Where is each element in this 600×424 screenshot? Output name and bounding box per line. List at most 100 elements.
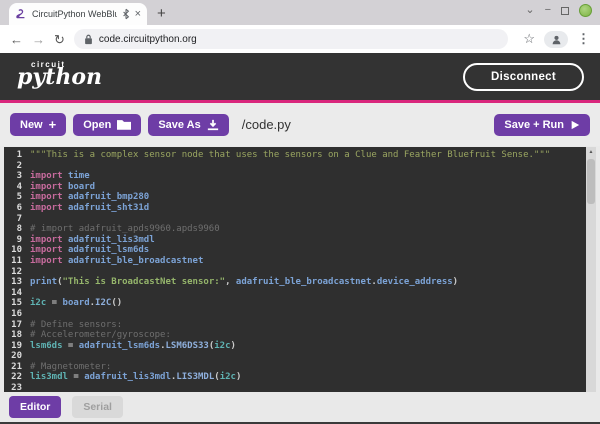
code-editor[interactable]: 1 """This is a complex sensor node that u… <box>4 147 596 392</box>
code-text <box>30 161 586 172</box>
line-number: 7 <box>4 214 22 225</box>
view-switcher: Editor Serial <box>0 392 600 422</box>
code-text <box>30 288 586 299</box>
folder-icon <box>117 119 131 130</box>
window-close-icon[interactable] <box>579 4 592 17</box>
bookmark-star-icon[interactable]: ☆ <box>523 31 535 47</box>
line-number: 19 <box>4 341 22 352</box>
code-text: lsm6ds = adafruit_lsm6ds.LSM6DS33(i2c) <box>30 341 586 352</box>
code-text <box>30 267 586 278</box>
scroll-up-icon[interactable]: ▲ <box>586 147 596 157</box>
code-line[interactable]: 17# Define sensors: <box>4 320 586 331</box>
code-text: import adafruit_lsm6ds <box>30 245 586 256</box>
editor-scrollbar[interactable]: ▲ <box>586 147 596 392</box>
save-run-button[interactable]: Save + Run <box>494 114 590 136</box>
line-number: 5 <box>4 192 22 203</box>
code-line[interactable]: 5 import adafruit_bmp280 <box>4 192 586 203</box>
scrollbar-thumb[interactable] <box>587 159 595 204</box>
tab-close-icon[interactable]: × <box>135 9 141 20</box>
line-number: 20 <box>4 351 22 362</box>
reload-icon[interactable]: ↻ <box>54 33 65 46</box>
code-text <box>30 351 586 362</box>
logo-text-python: python <box>17 64 102 90</box>
current-filename: /code.py <box>242 117 291 132</box>
line-number: 11 <box>4 256 22 267</box>
code-text: i2c = board.I2C() <box>30 298 586 309</box>
serial-tab-button[interactable]: Serial <box>72 396 123 418</box>
tab-title: CircuitPython WebBluetoot <box>32 9 117 19</box>
play-icon <box>570 120 580 130</box>
editor-tab-button[interactable]: Editor <box>9 396 61 418</box>
new-button[interactable]: New + <box>10 113 66 136</box>
window-maximize-icon[interactable] <box>561 7 569 15</box>
code-line[interactable]: 19 lsm6ds = adafruit_lsm6ds.LSM6DS33(i2c) <box>4 341 586 352</box>
code-line[interactable]: 15i2c = board.I2C() <box>4 298 586 309</box>
save-as-button-label: Save As <box>158 119 200 131</box>
code-line[interactable]: 1 """This is a complex sensor node that u… <box>4 150 586 161</box>
code-line[interactable]: 21 # Magnetometer: <box>4 362 586 373</box>
browser-tab[interactable]: CircuitPython WebBluetoot × <box>9 3 147 25</box>
open-button-label: Open <box>83 119 111 131</box>
window-menu-icon[interactable]: ⌄ <box>525 5 534 16</box>
code-text: import adafruit_lis3mdl <box>30 235 586 246</box>
code-text: import board <box>30 182 586 193</box>
new-tab-button[interactable]: + <box>157 5 166 22</box>
profile-button[interactable] <box>544 31 568 48</box>
code-line[interactable]: 20 <box>4 351 586 362</box>
address-url[interactable]: code.circuitpython.org <box>99 34 197 45</box>
line-number: 17 <box>4 320 22 331</box>
browser-menu-icon[interactable]: ⋮ <box>577 31 590 47</box>
code-line[interactable]: 16 <box>4 309 586 320</box>
save-as-button[interactable]: Save As <box>148 114 228 136</box>
code-line[interactable]: 8# import adafruit_apds9960.apds9960 <box>4 224 586 235</box>
new-button-label: New <box>20 119 43 131</box>
line-number: 14 <box>4 288 22 299</box>
line-number: 2 <box>4 161 22 172</box>
line-number: 13 <box>4 277 22 288</box>
window-controls: ⌄ − <box>525 4 592 17</box>
browser-address-row: ← → ↻ code.circuitpython.org ☆ ⋮ <box>0 25 600 53</box>
code-line[interactable]: 9import adafruit_lis3mdl <box>4 235 586 246</box>
code-line[interactable]: 11import adafruit_ble_broadcastnet <box>4 256 586 267</box>
code-text: """This is a complex sensor node that us… <box>30 150 586 161</box>
code-text: # Accelerometer/gyroscope: <box>30 330 586 341</box>
window-minimize-icon[interactable]: − <box>545 5 551 16</box>
line-number: 21 <box>4 362 22 373</box>
code-line[interactable]: 22lis3mdl = adafruit_lis3mdl.LIS3MDL(i2c… <box>4 372 586 383</box>
open-button[interactable]: Open <box>73 114 141 136</box>
line-number: 4 <box>4 182 22 193</box>
code-line[interactable]: 6import adafruit_sht31d <box>4 203 586 214</box>
code-line[interactable]: 14 <box>4 288 586 299</box>
code-line[interactable]: 18 # Accelerometer/gyroscope: <box>4 330 586 341</box>
line-number: 10 <box>4 245 22 256</box>
save-run-button-label: Save + Run <box>504 119 564 131</box>
download-icon <box>207 119 219 131</box>
line-number: 3 <box>4 171 22 182</box>
back-icon[interactable]: ← <box>10 33 23 46</box>
line-number: 18 <box>4 330 22 341</box>
address-bar[interactable]: code.circuitpython.org <box>74 29 508 49</box>
line-number: 23 <box>4 383 22 392</box>
code-line[interactable]: 13print("This is BroadcastNet sensor:", … <box>4 277 586 288</box>
code-line[interactable]: 2 <box>4 161 586 172</box>
chrome-actions: ☆ ⋮ <box>523 31 590 48</box>
code-lines[interactable]: 1 """This is a complex sensor node that u… <box>4 147 586 392</box>
code-line[interactable]: 3import time <box>4 171 586 182</box>
code-line[interactable]: 23 <box>4 383 586 392</box>
code-text <box>30 383 586 392</box>
code-line[interactable]: 4 import board <box>4 182 586 193</box>
line-number: 8 <box>4 224 22 235</box>
code-line[interactable]: 10 import adafruit_lsm6ds <box>4 245 586 256</box>
line-number: 22 <box>4 372 22 383</box>
disconnect-button[interactable]: Disconnect <box>463 63 584 91</box>
line-number: 1 <box>4 150 22 161</box>
code-line[interactable]: 12 <box>4 267 586 278</box>
code-line[interactable]: 7 <box>4 214 586 225</box>
forward-icon[interactable]: → <box>32 33 45 46</box>
browser-tab-strip: CircuitPython WebBluetoot × + ⌄ − <box>0 0 600 25</box>
code-text <box>30 309 586 320</box>
code-text: import adafruit_bmp280 <box>30 192 586 203</box>
lock-icon[interactable] <box>84 34 93 45</box>
code-text <box>30 214 586 225</box>
code-text: # Magnetometer: <box>30 362 586 373</box>
